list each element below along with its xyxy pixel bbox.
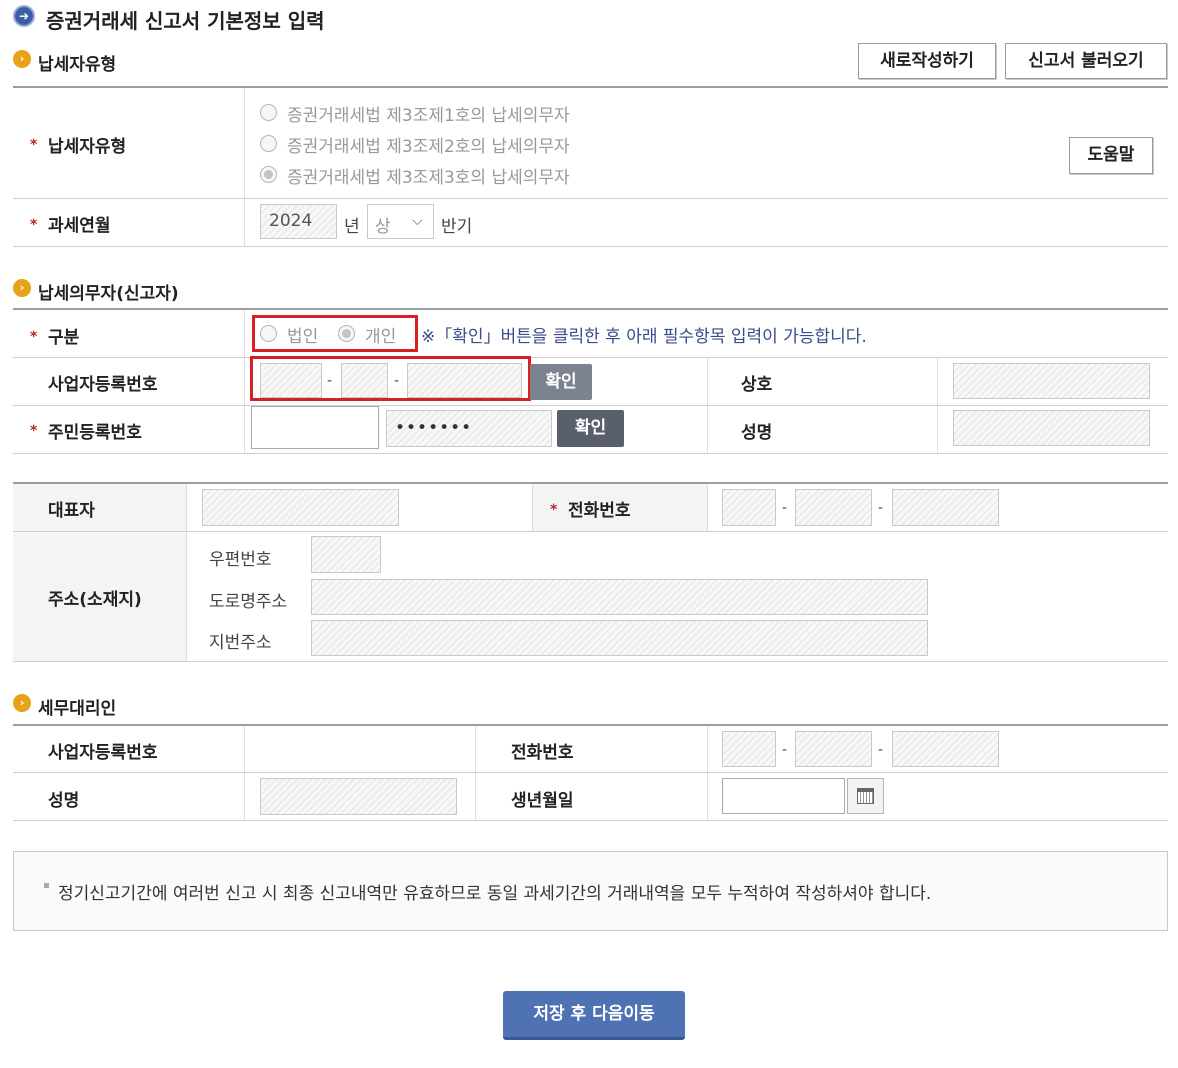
section-bullet-icon: › — [13, 50, 31, 68]
phone-label: 전화번호 — [568, 501, 631, 521]
representative-field[interactable] — [202, 489, 399, 526]
half-select[interactable]: 상 ⌵ — [367, 204, 434, 239]
phone-part2[interactable] — [795, 489, 872, 526]
taxpayer-type-option-1: 증권거래세법 제3조제1호의 납세의무자 — [287, 106, 570, 126]
dash: - — [394, 373, 400, 389]
lot-address-field[interactable] — [311, 620, 928, 656]
business-number-part2[interactable] — [341, 363, 388, 398]
agent-phone-part1[interactable] — [722, 731, 776, 767]
taxpayer-type-option-3: 증권거래세법 제3조제3호의 납세의무자 — [287, 168, 570, 188]
confirm-notice: ※「확인」버튼을 클릭한 후 아래 필수항목 입력이 가능합니다. — [421, 327, 867, 347]
agent-business-number-label: 사업자등록번호 — [48, 743, 158, 763]
dash: - — [782, 500, 788, 516]
road-address-field[interactable] — [311, 579, 928, 615]
name-field[interactable] — [953, 410, 1150, 446]
resident-number-confirm-button[interactable]: 확인 — [557, 410, 624, 447]
category-label: 구분 — [48, 328, 80, 348]
business-number-confirm-button[interactable]: 확인 — [530, 364, 592, 400]
tax-period-label: 과세연월 — [48, 216, 111, 236]
section-title-agent: 세무대리인 — [38, 699, 117, 719]
agent-phone-part3[interactable] — [892, 731, 999, 767]
required-mark: * — [550, 502, 558, 518]
agent-birth-field[interactable] — [722, 778, 845, 814]
agent-name-field[interactable] — [260, 778, 457, 815]
save-next-button[interactable]: 저장 후 다음이동 — [503, 991, 685, 1040]
help-button[interactable]: 도움말 — [1069, 137, 1153, 174]
bullet-icon — [44, 883, 49, 888]
agent-birth-label: 생년월일 — [511, 791, 574, 811]
resident-number-back-field[interactable]: ••••••• — [386, 410, 552, 447]
section-bullet-icon: › — [13, 694, 31, 712]
agent-phone-label: 전화번호 — [511, 743, 574, 763]
section-title-obligor: 납세의무자(신고자) — [38, 284, 179, 304]
new-form-button[interactable]: 새로작성하기 — [858, 43, 996, 79]
agent-phone-part2[interactable] — [795, 731, 872, 767]
phone-part1[interactable] — [722, 489, 776, 526]
section-title-taxpayer-type: 납세자유형 — [38, 55, 117, 75]
taxpayer-type-radio-2[interactable] — [260, 135, 277, 152]
corporation-label: 법인 — [287, 327, 319, 347]
notice-box: 정기신고기간에 여러번 신고 시 최종 신고내역만 유효하므로 동일 과세기간의… — [13, 851, 1168, 931]
business-number-label: 사업자등록번호 — [48, 375, 158, 395]
agent-name-label: 성명 — [48, 791, 80, 811]
notice-text: 정기신고기간에 여러번 신고 시 최종 신고내역만 유효하므로 동일 과세기간의… — [58, 884, 932, 904]
taxpayer-type-label: 납세자유형 — [48, 137, 127, 157]
address-label: 주소(소재지) — [48, 590, 142, 610]
phone-part3[interactable] — [892, 489, 999, 526]
individual-radio[interactable] — [338, 325, 355, 342]
required-mark: * — [30, 329, 38, 345]
trade-name-field[interactable] — [953, 363, 1150, 399]
tax-year-field[interactable]: 2024 — [260, 204, 337, 239]
dash: - — [327, 373, 333, 389]
lot-address-label: 지번주소 — [209, 633, 272, 653]
dash: - — [878, 500, 884, 516]
half-suffix: 반기 — [441, 217, 473, 237]
zip-field[interactable] — [311, 536, 381, 573]
chevron-down-icon: ⌵ — [412, 213, 423, 229]
half-select-value: 상 — [375, 217, 391, 237]
calendar-icon — [857, 788, 874, 804]
required-mark: * — [30, 423, 38, 439]
page-title: 증권거래세 신고서 기본정보 입력 — [46, 9, 325, 33]
taxpayer-type-option-2: 증권거래세법 제3조제2호의 납세의무자 — [287, 137, 570, 157]
required-mark: * — [30, 217, 38, 233]
taxpayer-type-radio-3[interactable] — [260, 166, 277, 183]
load-form-button[interactable]: 신고서 불러오기 — [1005, 43, 1167, 79]
title-arrow-icon: ➜ — [13, 5, 35, 27]
corporation-radio[interactable] — [260, 325, 277, 342]
dash: - — [878, 742, 884, 758]
zip-label: 우편번호 — [209, 550, 272, 570]
resident-number-front-field[interactable] — [251, 406, 379, 449]
individual-label: 개인 — [365, 327, 397, 347]
representative-label: 대표자 — [48, 501, 95, 521]
taxpayer-type-radio-1[interactable] — [260, 104, 277, 121]
business-number-part1[interactable] — [260, 363, 322, 398]
resident-number-label: 주민등록번호 — [48, 423, 142, 443]
trade-name-label: 상호 — [741, 375, 773, 395]
road-address-label: 도로명주소 — [209, 592, 288, 612]
section-bullet-icon: › — [13, 279, 31, 297]
year-suffix: 년 — [344, 217, 360, 237]
required-mark: * — [30, 137, 38, 153]
business-number-part3[interactable] — [407, 363, 522, 398]
name-label: 성명 — [741, 423, 773, 443]
dash: - — [782, 742, 788, 758]
calendar-button[interactable] — [847, 778, 884, 814]
